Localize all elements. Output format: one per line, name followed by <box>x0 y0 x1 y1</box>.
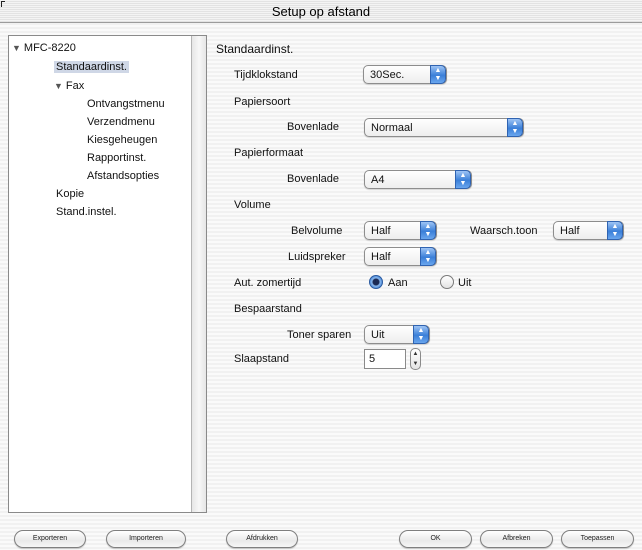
updown-arrows-icon: ▲ ▼ <box>420 247 436 266</box>
waarsch-toon-popup[interactable]: Half ▲ ▼ <box>553 221 624 240</box>
tree-item-label: Standaardinst. <box>56 61 127 73</box>
expand-triangle-icon[interactable]: ▼ <box>54 81 63 91</box>
tree-scrollbar[interactable] <box>191 36 206 512</box>
afbreken-button[interactable]: Afbreken <box>480 530 553 548</box>
updown-arrows-icon: ▲ ▼ <box>455 170 471 189</box>
slaapstand-stepper-icon[interactable]: ▲ ▼ <box>410 348 421 370</box>
papierformaat-tray-label: Bovenlade <box>287 173 339 185</box>
popup-value: Half <box>560 225 580 237</box>
exporteren-button[interactable]: Exporteren <box>14 530 86 548</box>
importeren-button[interactable]: Importeren <box>106 530 186 548</box>
popup-value: Half <box>371 225 391 237</box>
updown-arrows-icon: ▲ ▼ <box>607 221 623 240</box>
tree-item-label: Afstandsopties <box>87 170 160 182</box>
tree-item-label: Fax <box>65 80 85 92</box>
luidspreker-label: Luidspreker <box>288 251 346 263</box>
zomertijd-label: Aut. zomertijd <box>234 277 302 289</box>
tree-item-label: Verzendmenu <box>87 116 155 128</box>
tree-item-stand-instel[interactable]: Stand.instel. <box>56 206 117 218</box>
tree-item-verzendmenu[interactable]: Verzendmenu <box>87 116 155 128</box>
tree-root-label: MFC-8220 <box>23 42 76 54</box>
toepassen-button[interactable]: Toepassen <box>561 530 634 548</box>
tree-item-label: Rapportinst. <box>87 152 147 164</box>
window-title: Setup op afstand <box>271 4 371 19</box>
volume-label: Volume <box>234 199 271 211</box>
tijdklokstand-label: Tijdklokstand <box>234 69 298 81</box>
popup-value: Normaal <box>371 122 413 134</box>
tree-item-afstandsopties[interactable]: Afstandsopties <box>87 170 159 182</box>
slaapstand-label: Slaapstand <box>234 353 290 365</box>
tree-item-kopie[interactable]: Kopie <box>56 188 84 200</box>
popup-value: Uit <box>371 329 385 341</box>
belvolume-label: Belvolume <box>291 225 343 237</box>
waarsch-toon-label: Waarsch.toon <box>470 225 538 237</box>
afdrukken-button[interactable]: Afdrukken <box>226 530 298 548</box>
papierformaat-label: Papierformaat <box>234 147 304 159</box>
settings-tree[interactable]: ▼ MFC-8220 Standaardinst. ▼ Fax Ontvangstm… <box>8 35 207 513</box>
zomertijd-aan-radio[interactable] <box>369 275 383 289</box>
zomertijd-uit-radio[interactable] <box>440 275 454 289</box>
updown-arrows-icon: ▲ ▼ <box>413 325 429 344</box>
updown-arrows-icon: ▲ ▼ <box>507 118 523 137</box>
zomertijd-uit-label[interactable]: Uit <box>458 277 471 289</box>
belvolume-popup[interactable]: Half ▲ ▼ <box>364 221 437 240</box>
tree-item-label: Ontvangstmenu <box>87 98 165 110</box>
tree-item-ontvangstmenu[interactable]: Ontvangstmenu <box>87 98 165 110</box>
tree-item-label: Kiesgeheugen <box>87 134 158 146</box>
papiersoort-popup[interactable]: Normaal ▲ ▼ <box>364 118 524 137</box>
tree-item-label: Kopie <box>56 188 85 200</box>
tree-item-label: Stand.instel. <box>56 206 117 218</box>
papierformaat-popup[interactable]: A4 ▲ ▼ <box>364 170 472 189</box>
toner-sparen-popup[interactable]: Uit ▲ ▼ <box>364 325 430 344</box>
toner-sparen-label: Toner sparen <box>287 329 352 341</box>
tree-item-kiesgeheugen[interactable]: Kiesgeheugen <box>87 134 157 146</box>
tree-item-root[interactable]: ▼ MFC-8220 <box>12 42 76 54</box>
window-titlebar[interactable]: Setup op afstand <box>0 0 642 23</box>
papiersoort-tray-label: Bovenlade <box>287 121 339 133</box>
luidspreker-popup[interactable]: Half ▲ ▼ <box>364 247 437 266</box>
papiersoort-label: Papiersoort <box>234 96 291 108</box>
bespaarstand-label: Bespaarstand <box>234 303 302 315</box>
updown-arrows-icon: ▲ ▼ <box>420 221 436 240</box>
popup-value: Half <box>371 251 391 263</box>
tree-item-fax[interactable]: ▼ Fax <box>54 80 84 92</box>
tree-item-standaardinst[interactable]: Standaardinst. <box>54 61 129 73</box>
popup-value: 30Sec. <box>370 69 405 81</box>
zomertijd-aan-label[interactable]: Aan <box>388 277 408 289</box>
updown-arrows-icon: ▲ ▼ <box>430 65 446 84</box>
tree-item-rapportinst[interactable]: Rapportinst. <box>87 152 146 164</box>
slaapstand-field[interactable]: 5 <box>364 349 406 369</box>
popup-value: A4 <box>371 174 385 186</box>
field-value: 5 <box>369 353 376 365</box>
ok-button[interactable]: OK <box>399 530 472 548</box>
tijdklokstand-popup[interactable]: 30Sec. ▲ ▼ <box>363 65 447 84</box>
expand-triangle-icon[interactable]: ▼ <box>12 43 21 53</box>
panel-heading: Standaardinst. <box>216 42 294 56</box>
